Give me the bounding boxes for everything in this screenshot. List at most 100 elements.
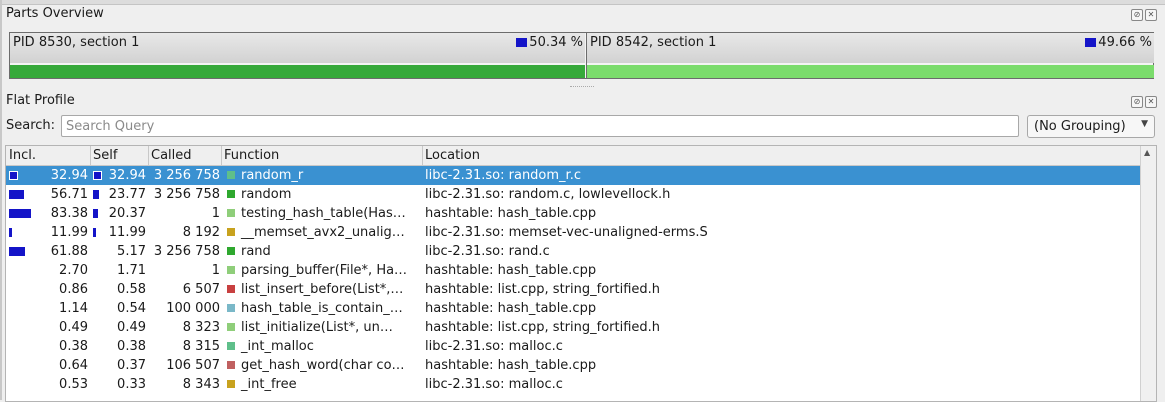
table-row[interactable]: 1.14 0.54 100 000 hash_table_is_contain_… ha… [6,299,1140,318]
close-icon[interactable]: ✕ [1145,9,1157,21]
incl-cost-bar [9,209,31,218]
part-pid-8530[interactable]: PID 8530, section 1 50.34 % [10,33,585,78]
function-name: list_insert_before(List*,… [241,282,404,297]
vertical-scrollbar[interactable]: ▲ [1140,146,1156,401]
self-cost-bar [93,171,102,180]
table-row[interactable]: 0.49 0.49 8 323 list_initialize(List*, un… h… [6,318,1140,337]
table-row[interactable]: 0.53 0.33 8 343 _int_free libc-2.31.so: mall… [6,375,1140,394]
incl-value: 56.71 [50,187,88,202]
self-value: 23.77 [108,187,146,202]
incl-value: 32.94 [50,168,88,183]
function-color-swatch [227,209,235,217]
self-value: 11.99 [108,225,146,240]
incl-value: 83.38 [50,206,88,221]
splitter-handle[interactable] [570,86,594,89]
location-value: hashtable: list.cpp, string_fortified.h [425,320,661,335]
percent-swatch-icon [516,38,528,47]
function-color-swatch [227,171,235,179]
self-cost-bar [93,209,98,218]
part-pid-8542[interactable]: PID 8542, section 1 49.66 % [586,33,1154,78]
window-top-border [0,0,1165,5]
incl-value: 1.14 [59,301,88,316]
column-header-called[interactable]: Called [151,148,192,163]
percent-swatch-icon [1085,38,1097,47]
column-header-location[interactable]: Location [425,148,480,163]
self-value: 0.54 [117,301,146,316]
called-value: 1 [211,263,220,278]
table-row[interactable]: 0.38 0.38 8 315 _int_malloc libc-2.31.so: ma… [6,337,1140,356]
function-name: list_initialize(List*, un… [241,320,393,335]
scroll-up-icon[interactable]: ▲ [1144,148,1150,157]
part-label: PID 8542, section 1 [590,35,717,50]
table-row[interactable]: 0.86 0.58 6 507 list_insert_before(List*,… h… [6,280,1140,299]
search-label: Search: [6,118,56,133]
close-icon[interactable]: ✕ [1145,96,1157,108]
called-value: 3 256 758 [153,244,220,259]
column-divider[interactable] [90,146,91,165]
table-row[interactable]: 56.71 23.77 3 256 758 random libc-2.31.so: r… [6,185,1140,204]
incl-cost-bar [9,190,24,199]
function-name: random [241,187,292,202]
part-percent-value: 50.34 % [529,35,583,50]
incl-cost-bar [9,247,25,256]
column-divider[interactable] [422,146,423,165]
float-icon[interactable]: ⊘ [1131,96,1143,108]
part-percent: 49.66 % [1085,35,1152,50]
function-name: testing_hash_table(Has… [241,206,406,221]
function-color-swatch [227,247,235,255]
incl-value: 0.53 [59,377,88,392]
self-value: 0.37 [117,358,146,373]
called-value: 8 315 [182,339,220,354]
location-value: libc-2.31.so: random.c, lowlevellock.h [425,187,671,202]
parts-overview-title: Parts Overview [6,6,104,21]
table-row[interactable]: 32.94 32.94 3 256 758 random_r libc-2.31.so:… [6,166,1140,185]
incl-cost-bar [9,228,12,237]
function-name: random_r [241,168,304,183]
function-name: get_hash_word(char co… [241,358,405,373]
self-value: 0.49 [117,320,146,335]
self-value: 20.37 [108,206,146,221]
search-input[interactable] [61,115,1019,137]
parts-overview-panel: PID 8530, section 1 50.34 % PID 8542, se… [9,32,1154,79]
grouping-value: (No Grouping) [1034,119,1126,134]
called-value: 8 192 [182,225,220,240]
function-name: hash_table_is_contain_… [241,301,403,316]
self-value: 0.33 [117,377,146,392]
part-label: PID 8530, section 1 [13,35,140,50]
grouping-select[interactable]: (No Grouping) ▼ [1027,115,1155,138]
part-cost-bar [587,65,1154,78]
table-row[interactable]: 0.64 0.37 106 507 get_hash_word(char co… has… [6,356,1140,375]
column-header-function[interactable]: Function [224,148,279,163]
table-row[interactable]: 2.70 1.71 1 parsing_buffer(File*, Ha… hashta… [6,261,1140,280]
called-value: 3 256 758 [153,168,220,183]
column-divider[interactable] [148,146,149,165]
incl-value: 0.38 [59,339,88,354]
table-header: Incl. Self Called Function Location [6,146,1140,166]
window-left-border [0,0,2,400]
called-value: 1 [211,206,220,221]
table-row[interactable]: 61.88 5.17 3 256 758 rand libc-2.31.so: rand… [6,242,1140,261]
location-value: hashtable: hash_table.cpp [425,206,597,221]
location-value: libc-2.31.so: malloc.c [425,339,563,354]
self-cost-bar [93,228,96,237]
table-row[interactable]: 11.99 11.99 8 192 __memset_avx2_unalig… libc… [6,223,1140,242]
chevron-down-icon: ▼ [1141,119,1148,129]
column-header-incl[interactable]: Incl. [9,148,36,163]
float-icon[interactable]: ⊘ [1131,9,1143,21]
function-name: parsing_buffer(File*, Ha… [241,263,408,278]
location-value: hashtable: list.cpp, string_fortified.h [425,282,661,297]
incl-value: 0.86 [59,282,88,297]
location-value: libc-2.31.so: rand.c [425,244,550,259]
incl-value: 0.49 [59,320,88,335]
function-color-swatch [227,190,235,198]
called-value: 106 507 [166,358,220,373]
self-value: 32.94 [108,168,146,183]
column-divider[interactable] [221,146,222,165]
parts-overview-dock-buttons: ⊘ ✕ [1131,9,1157,21]
table-row[interactable]: 83.38 20.37 1 testing_hash_table(Has… hashta… [6,204,1140,223]
incl-cost-bar [9,171,18,180]
incl-value: 0.64 [59,358,88,373]
column-header-self[interactable]: Self [93,148,117,163]
function-name: rand [241,244,271,259]
location-value: hashtable: hash_table.cpp [425,263,597,278]
